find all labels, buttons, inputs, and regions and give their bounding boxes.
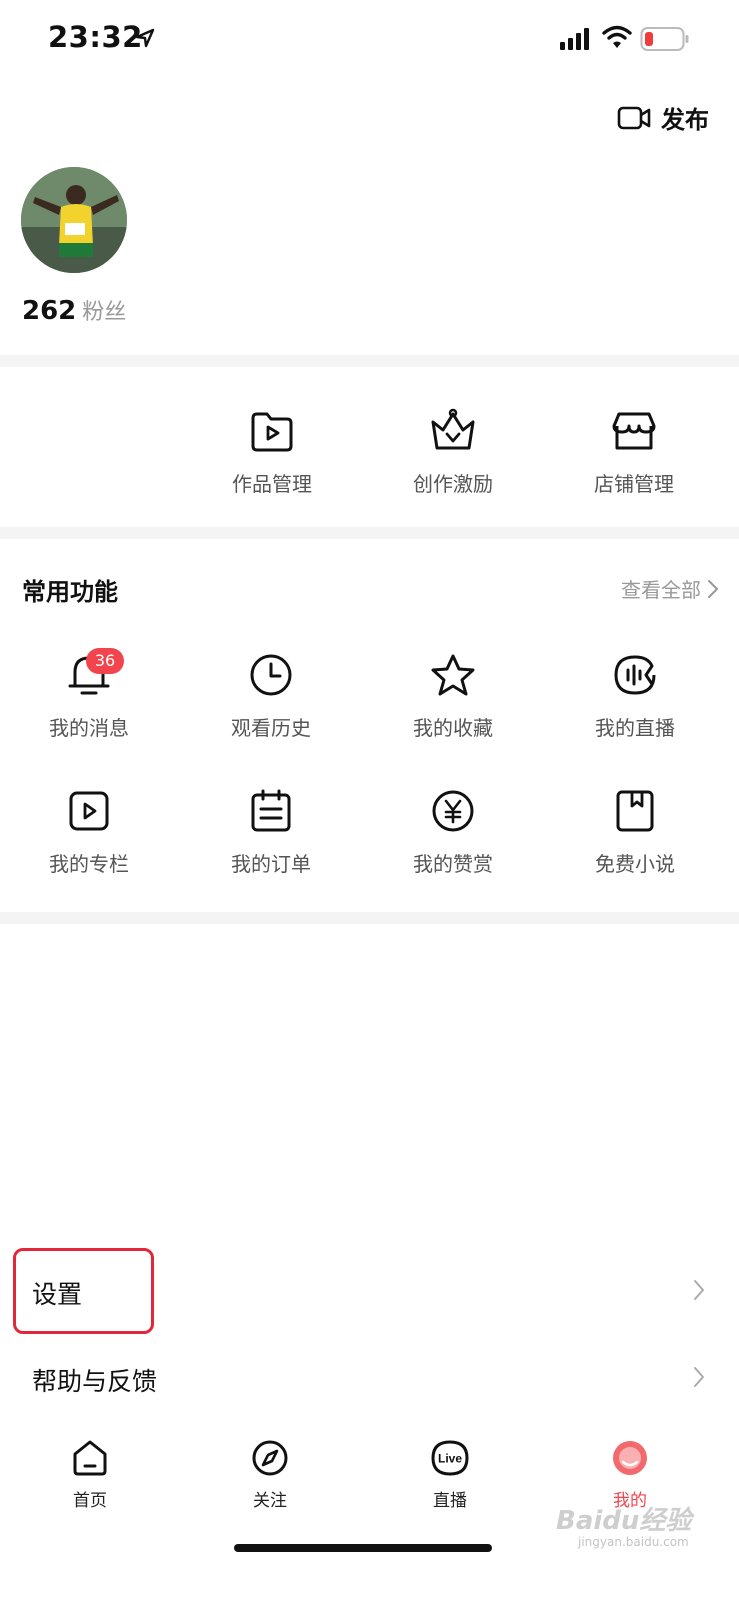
watermark-url: jingyan.baidu.com	[578, 1535, 689, 1549]
feature-label: 观看历史	[231, 716, 311, 740]
wifi-icon	[602, 25, 632, 48]
battery-icon	[640, 27, 689, 51]
column-play-icon	[69, 791, 109, 831]
feature-my-column[interactable]: 我的专栏	[14, 788, 164, 877]
chevron-right-icon	[708, 579, 718, 598]
tool-label: 创作激励	[413, 472, 493, 496]
feature-label: 我的订单	[231, 852, 311, 876]
status-bar: 23:32	[0, 0, 739, 80]
feature-label: 我的直播	[595, 716, 675, 740]
home-icon	[73, 1440, 107, 1476]
profile-icon	[613, 1441, 647, 1475]
tool-shop-management[interactable]: 店铺管理	[564, 408, 704, 497]
settings-highlight-box	[13, 1248, 154, 1334]
feature-my-rewards[interactable]: 我的赞赏	[378, 788, 528, 877]
tool-label: 作品管理	[232, 472, 312, 496]
compass-icon	[252, 1440, 288, 1476]
feature-my-favorites[interactable]: 我的收藏	[378, 652, 528, 741]
live-wave-icon	[614, 655, 656, 695]
feature-label: 我的消息	[49, 716, 129, 740]
chevron-right-icon	[694, 1280, 704, 1300]
book-icon	[616, 790, 654, 832]
yen-icon	[432, 790, 474, 832]
live-icon: Live	[431, 1440, 469, 1476]
avatar[interactable]	[21, 167, 127, 273]
help-feedback-item[interactable]: 帮助与反馈	[0, 1336, 739, 1420]
tab-label: 直播	[433, 1491, 467, 1511]
publish-button[interactable]: 发布	[617, 100, 709, 135]
tab-label: 首页	[73, 1491, 107, 1511]
tool-creation-incentive[interactable]: 创作激励	[383, 408, 523, 497]
home-indicator[interactable]	[234, 1544, 492, 1552]
crown-icon	[431, 408, 475, 450]
feature-my-live[interactable]: 我的直播	[560, 652, 710, 741]
tab-live[interactable]: Live 直播	[395, 1438, 505, 1511]
publish-label: 发布	[661, 106, 709, 134]
status-time: 23:32	[48, 20, 143, 54]
fans-stat[interactable]: 262 粉丝	[22, 294, 126, 326]
section-title: 常用功能	[22, 578, 118, 606]
tab-label: 关注	[253, 1491, 287, 1511]
svg-text:Live: Live	[438, 1452, 462, 1466]
fans-count: 262	[22, 296, 77, 326]
location-arrow-icon	[135, 28, 155, 48]
clock-icon	[250, 654, 292, 696]
view-all-label: 查看全部	[621, 578, 701, 602]
feature-label: 免费小说	[595, 852, 675, 876]
fans-label: 粉丝	[82, 300, 127, 325]
help-feedback-label: 帮助与反馈	[32, 1367, 158, 1396]
feature-my-orders[interactable]: 我的订单	[196, 788, 346, 877]
view-all-link[interactable]: 查看全部	[621, 574, 719, 603]
feature-label: 我的赞赏	[413, 852, 493, 876]
order-icon	[251, 789, 291, 832]
feature-watch-history[interactable]: 观看历史	[196, 652, 346, 741]
tab-follow[interactable]: 关注	[215, 1438, 325, 1511]
section-divider	[0, 912, 739, 924]
watermark: Baidu经验	[556, 1506, 692, 1536]
feature-label: 我的收藏	[413, 716, 493, 740]
tool-label: 店铺管理	[594, 472, 674, 496]
chevron-right-icon	[694, 1367, 704, 1387]
feature-free-novels[interactable]: 免费小说	[560, 788, 710, 877]
folder-play-icon	[251, 412, 293, 452]
shop-icon	[612, 412, 656, 450]
feature-label: 我的专栏	[49, 852, 129, 876]
signal-icon	[560, 28, 589, 50]
tool-works-management[interactable]: 作品管理	[202, 408, 342, 497]
message-count-badge: 36	[86, 648, 124, 674]
star-icon	[431, 654, 475, 696]
section-divider	[0, 355, 739, 367]
section-divider	[0, 527, 739, 539]
avatar-image	[21, 167, 127, 273]
video-camera-icon	[617, 106, 651, 129]
tab-home[interactable]: 首页	[35, 1438, 145, 1511]
